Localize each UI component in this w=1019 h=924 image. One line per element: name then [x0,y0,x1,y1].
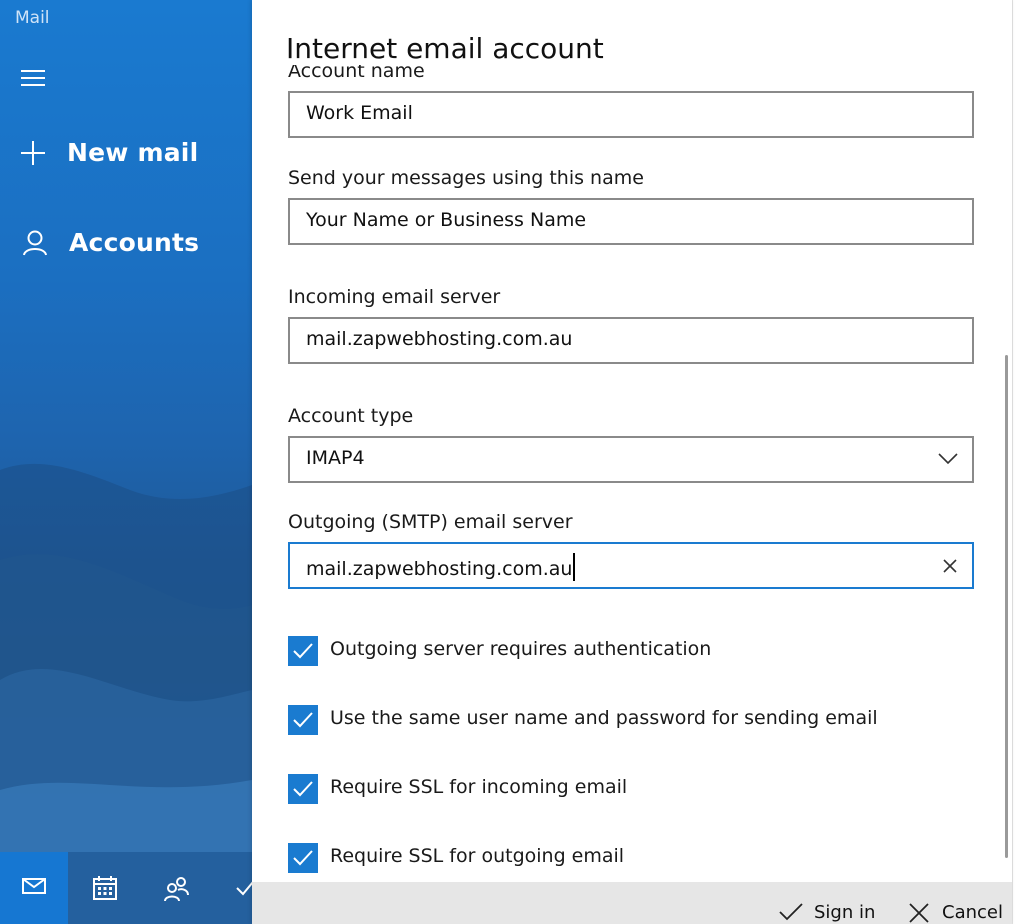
cancel-label: Cancel [942,902,1003,923]
account-type-label: Account type [288,405,414,427]
checkbox-label: Require SSL for incoming email [330,776,628,798]
dialog-scroll-area[interactable]: Internet email account Account name Work… [252,0,1012,882]
mail-app-button[interactable] [0,852,68,924]
new-mail-button[interactable]: New mail [0,128,252,178]
new-mail-label: New mail [67,138,199,167]
sign-in-button[interactable]: Sign in [778,894,878,924]
internet-email-account-dialog: Internet email account Account name Work… [252,0,1012,924]
send-name-value: Your Name or Business Name [306,209,587,231]
checkmark-icon [779,903,803,921]
person-icon [23,230,47,256]
checkmark-icon [293,781,313,797]
checkbox-label: Outgoing server requires authentication [330,638,712,660]
incoming-server-label: Incoming email server [288,286,501,308]
calendar-icon [93,876,117,900]
send-name-field[interactable]: Your Name or Business Name [288,198,974,245]
checkmark-icon [293,643,313,659]
checkbox-checked[interactable] [288,774,318,804]
account-type-dropdown[interactable]: IMAP4 [288,436,974,483]
checkbox-checked[interactable] [288,636,318,666]
clear-icon[interactable] [942,558,958,574]
dialog-scrollbar[interactable] [1005,355,1008,858]
account-name-field[interactable]: Work Email [288,91,974,138]
checkmark-icon [293,850,313,866]
sidebar: Mail New mail Accounts [0,0,252,924]
outgoing-server-field[interactable]: mail.zapwebhosting.com.au [288,542,974,589]
app-title: Mail [15,8,50,28]
close-icon [909,903,929,923]
checkbox-label: Require SSL for outgoing email [330,845,625,867]
hamburger-menu-button[interactable] [21,70,45,88]
outgoing-server-value: mail.zapwebhosting.com.au [306,553,576,581]
calendar-app-button[interactable] [70,852,138,924]
outgoing-server-text: mail.zapwebhosting.com.au [306,558,573,580]
outgoing-server-label: Outgoing (SMTP) email server [288,511,573,533]
account-type-value: IMAP4 [306,447,365,469]
text-caret [573,553,576,581]
checkbox-label: Use the same user name and password for … [330,707,878,729]
dialog-footer: Sign in Cancel [252,882,1012,924]
chevron-down-icon [938,453,958,465]
dialog-title: Internet email account [286,32,610,65]
incoming-server-value: mail.zapwebhosting.com.au [306,328,573,350]
cancel-button[interactable]: Cancel [908,894,1008,924]
checkbox-checked[interactable] [288,705,318,735]
people-icon [164,877,189,902]
mail-icon [22,878,46,894]
background-window-edge [1012,0,1019,924]
accounts-button[interactable]: Accounts [0,218,252,268]
checkbox-checked[interactable] [288,843,318,873]
sign-in-label: Sign in [814,902,876,923]
todo-icon [236,881,252,896]
checkmark-icon [293,712,313,728]
people-app-button[interactable] [140,852,208,924]
todo-app-button[interactable] [210,852,252,924]
plus-icon [21,141,45,165]
incoming-server-field[interactable]: mail.zapwebhosting.com.au [288,317,974,364]
app-switcher-bar [0,852,252,924]
send-name-label: Send your messages using this name [288,167,644,189]
accounts-label: Accounts [69,228,200,257]
account-name-value: Work Email [306,102,413,124]
